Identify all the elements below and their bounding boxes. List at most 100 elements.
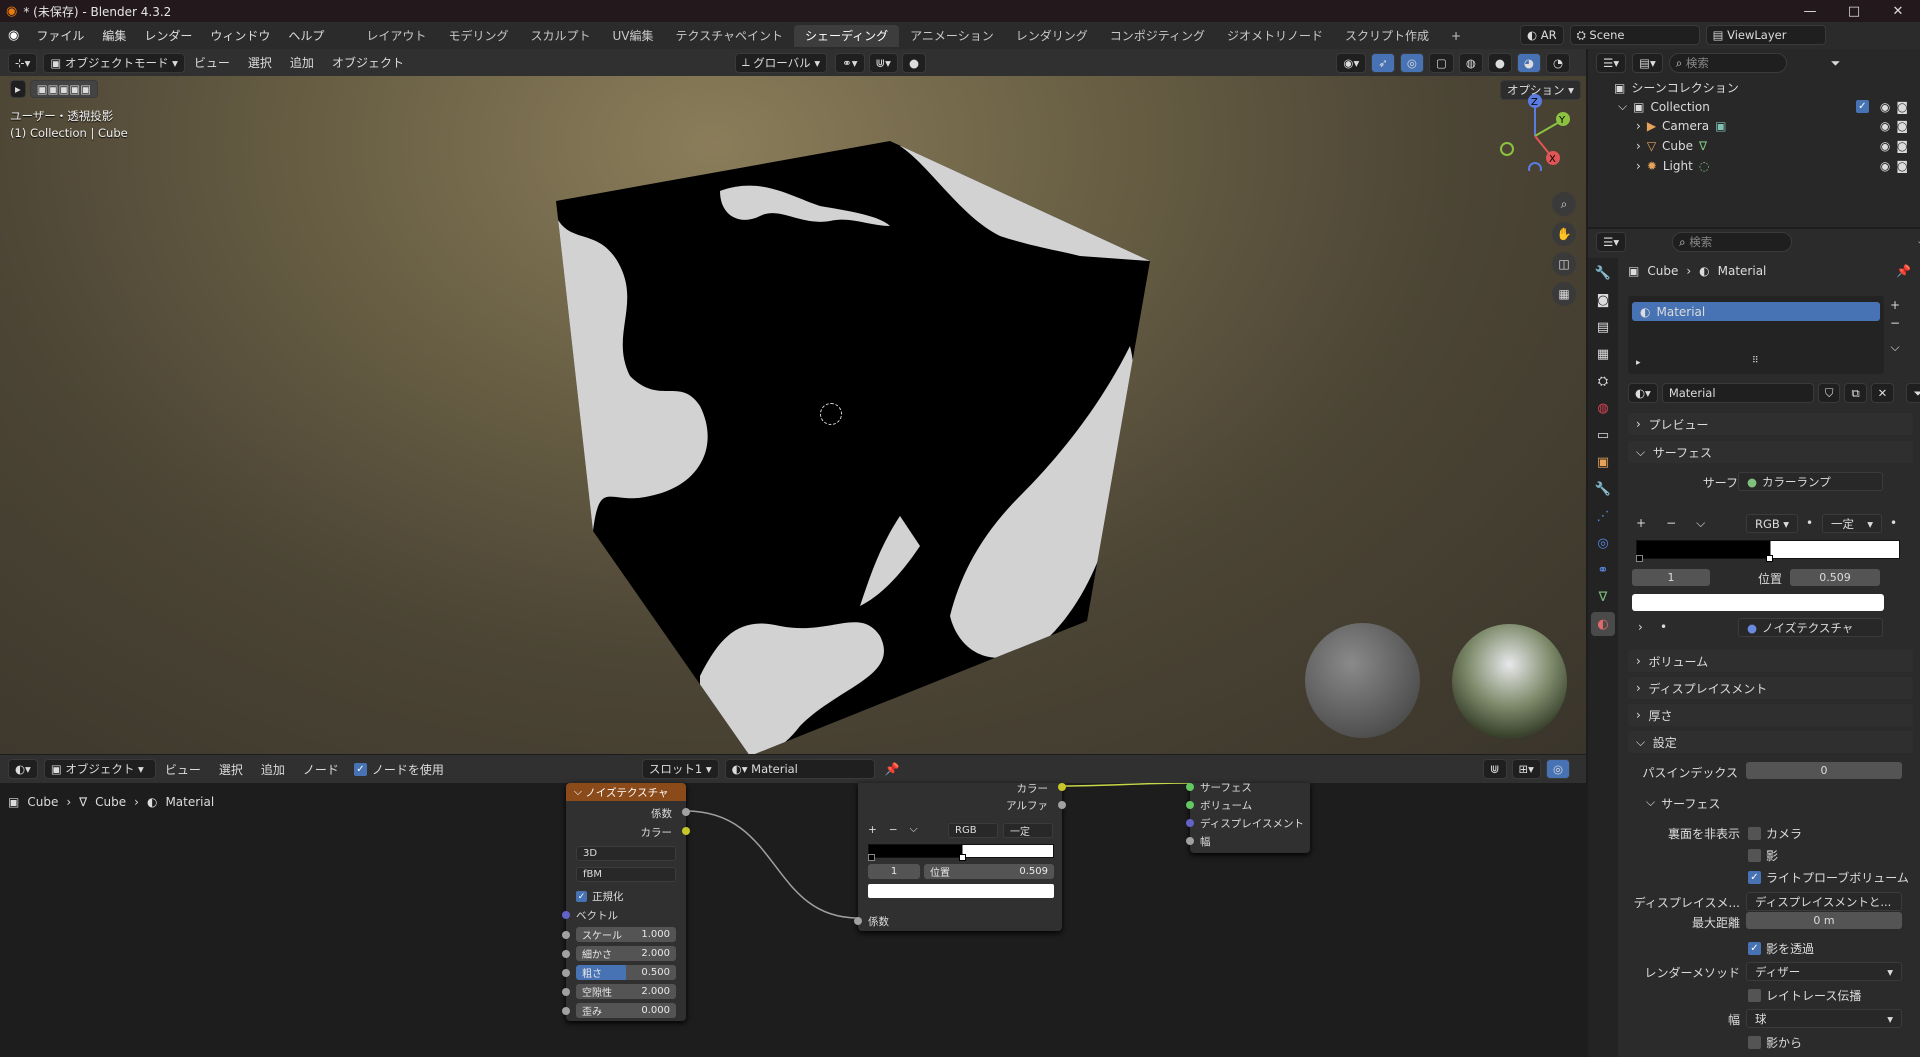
modifier-tab-icon[interactable]: 🔧 [1591, 477, 1615, 501]
tab-shading[interactable]: シェーディング [794, 24, 900, 47]
tab-sculpt[interactable]: スカルプト [519, 25, 601, 47]
scene-tab-icon[interactable]: ⛭ [1591, 369, 1615, 393]
tab-layout[interactable]: レイアウト [355, 25, 437, 47]
from-shadow-checkbox[interactable]: 影から [1748, 1034, 1802, 1051]
ramp-stop-handle[interactable] [1766, 555, 1774, 562]
ramp-position-field[interactable]: 位置 0.509 [924, 864, 1054, 879]
ramp-stop-handle-start[interactable] [1636, 555, 1643, 562]
shader-type-selector[interactable]: ▣ オブジェクト ▾ [43, 759, 156, 779]
material-filter-button[interactable]: ⏷▾ [1906, 383, 1920, 403]
navigation-gizmo[interactable]: Z Y X [1495, 91, 1575, 171]
maximize-button[interactable]: □ [1832, 0, 1876, 22]
filter-icon[interactable]: ⏷ [1831, 56, 1841, 71]
tab-modeling[interactable]: モデリング [437, 25, 519, 47]
camera-render-icon[interactable]: ◙ [1896, 119, 1908, 133]
raytrace-checkbox[interactable]: レイトレース伝播 [1748, 987, 1861, 1004]
material-slot-item[interactable]: ◐ Material [1632, 302, 1880, 321]
tab-compositing[interactable]: コンポジティング [1099, 25, 1216, 47]
panel-settings[interactable]: ⌵ 設定 [1628, 731, 1913, 753]
blender-menu-icon[interactable]: ◉ [0, 28, 27, 43]
tab-rendering[interactable]: レンダリング [1005, 25, 1099, 47]
detail-socket[interactable] [562, 950, 570, 958]
scene-collection-row[interactable]: ▣ シーンコレクション [1614, 79, 1739, 96]
object-tab-icon[interactable]: ▣ [1591, 450, 1615, 474]
xray-toggle[interactable]: ▢ [1428, 52, 1454, 73]
ramp-interp-dropdown[interactable]: 一定 [1003, 823, 1053, 838]
panel-thickness[interactable]: › 厚さ [1628, 704, 1913, 726]
3d-cursor-icon[interactable] [820, 403, 842, 425]
noise-dimension-dropdown[interactable]: 3D [576, 846, 676, 861]
material-selector[interactable]: ◐ ▾ Material [724, 759, 875, 779]
add-workspace-button[interactable]: + [1440, 25, 1472, 47]
roughness-field[interactable]: 粗さ 0.500 [576, 965, 676, 980]
tab-texture-paint[interactable]: テクスチャペイント [664, 25, 794, 47]
outliner-editor-type[interactable]: ☰ ▾ [1596, 53, 1627, 73]
data-tab-icon[interactable]: ∇ [1591, 585, 1615, 609]
physics-tab-icon[interactable]: ◎ [1591, 531, 1615, 555]
color-ramp-bar[interactable] [868, 844, 1054, 861]
camera-render-icon[interactable]: ◙ [1896, 159, 1908, 173]
lacunarity-field[interactable]: 空隙性 2.000 [576, 984, 676, 999]
prop-ramp-remove-button[interactable]: − [1666, 516, 1676, 531]
tab-animation[interactable]: アニメーション [899, 25, 1005, 47]
prop-color-ramp-bar[interactable] [1636, 540, 1900, 562]
viewport-menu-select[interactable]: 選択 [239, 54, 281, 71]
use-nodes-checkbox[interactable]: ✓ ノードを使用 [353, 761, 444, 778]
panel-displacement[interactable]: › ディスプレイスメント [1628, 677, 1913, 699]
camera-view-icon[interactable]: ◫ [1552, 252, 1576, 276]
viewport-menu-object[interactable]: オブジェクト [323, 54, 413, 71]
shading-solid[interactable]: ● [1487, 52, 1512, 73]
remove-slot-button[interactable]: − [1890, 316, 1900, 330]
resize-handle-icon[interactable]: ⠿ [1752, 356, 1759, 366]
slot-expand-icon[interactable]: ▸ [1636, 358, 1641, 368]
menu-edit[interactable]: 編集 [93, 27, 135, 44]
shading-rendered[interactable]: ◔ [1545, 52, 1570, 73]
render-tab-icon[interactable]: ◙ [1591, 288, 1615, 312]
prop-ramp-color-swatch[interactable] [1632, 594, 1884, 611]
noise-color-socket[interactable] [682, 827, 690, 835]
proportional-edit-button[interactable]: ● [901, 52, 926, 73]
tool-tab-icon[interactable]: 🔧 [1591, 261, 1615, 285]
properties-editor-type[interactable]: ☰ ▾ [1596, 232, 1627, 252]
material-slot-list[interactable]: ◐ Material ▸ ⠿ [1628, 296, 1884, 374]
ramp-stop-handle-start[interactable] [868, 854, 875, 861]
mode-selector[interactable]: ▣ オブジェクトモード ▾ [43, 52, 185, 73]
prop-ramp-index-field[interactable]: 1 [1632, 569, 1710, 586]
ramp-stop-handle[interactable] [958, 854, 966, 861]
lacunarity-socket[interactable] [562, 988, 570, 996]
roughness-socket[interactable] [562, 969, 570, 977]
prop-ramp-add-button[interactable]: + [1636, 516, 1646, 531]
render-method-dropdown[interactable]: ディザー ▾ [1746, 962, 1902, 981]
visibility-button[interactable]: ◉ ▾ [1336, 52, 1367, 73]
node-menu-add[interactable]: 追加 [252, 761, 294, 778]
node-menu-select[interactable]: 選択 [210, 761, 252, 778]
minimize-button[interactable]: — [1788, 0, 1832, 22]
transform-orientation[interactable]: ⟂ グローバル ▾ [734, 52, 828, 73]
transparent-shadow-checkbox[interactable]: ✓ 影を透過 [1748, 940, 1814, 957]
fake-user-button[interactable]: ⛉ [1817, 383, 1841, 403]
eye-icon[interactable]: ◉ [1880, 100, 1890, 114]
prop-ramp-interp-dropdown[interactable]: 一定 ▾ [1822, 514, 1882, 533]
view-layer-tab-icon[interactable]: ▦ [1591, 342, 1615, 366]
material-browse-button[interactable]: ◐ ▾ [1628, 383, 1658, 403]
outliner-search-input[interactable]: ⌕ 検索 [1668, 53, 1787, 73]
duplicate-material-button[interactable]: ⧉ [1844, 383, 1867, 403]
gizmo-toggle[interactable]: ➶ [1371, 52, 1395, 73]
max-distance-field[interactable]: 0 m [1746, 912, 1902, 929]
material-tab-icon[interactable]: ◐ [1591, 612, 1615, 636]
pin-icon[interactable]: 📌 [885, 762, 900, 776]
world-tab-icon[interactable]: ◍ [1591, 396, 1615, 420]
viewport-menu-view[interactable]: ビュー [185, 54, 239, 71]
eye-icon[interactable]: ◉ [1880, 119, 1890, 133]
output-tab-icon[interactable]: ▤ [1591, 315, 1615, 339]
camera-render-icon[interactable]: ◙ [1896, 100, 1908, 114]
noise-node-header[interactable]: ⌵ ノイズテクスチャ [566, 783, 686, 801]
menu-file[interactable]: ファイル [27, 27, 93, 44]
backface-shadow-checkbox[interactable]: 影 [1748, 847, 1778, 864]
noise-texture-node[interactable]: ⌵ ノイズテクスチャ 係数 カラー 3D fBM ✓ 正規化 ベクトル スケール 1… [562, 783, 690, 1021]
fac-expand-icon[interactable]: › [1638, 620, 1643, 634]
outliner-item-cube[interactable]: › ▽ Cube ∇ ◉ ◙ [1636, 139, 1908, 153]
ramp-mode-dropdown[interactable]: RGB [948, 823, 998, 838]
camera-render-icon[interactable]: ◙ [1896, 139, 1908, 153]
ramp-menu-chevron-icon[interactable]: ⌵ [910, 823, 918, 836]
